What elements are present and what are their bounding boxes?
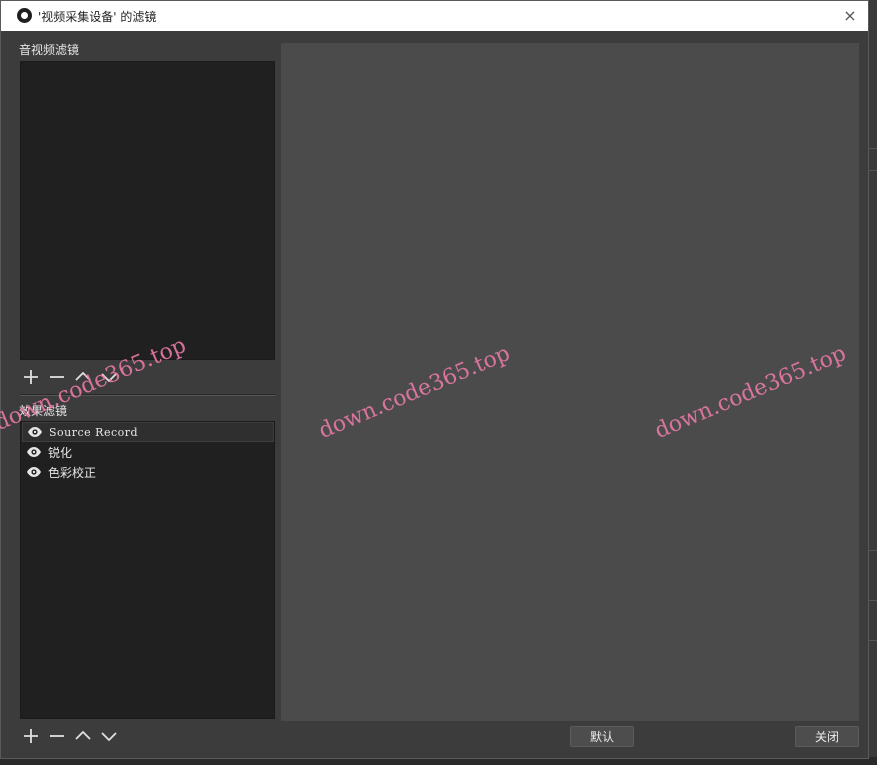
- plus-icon: [24, 729, 38, 743]
- audio-video-filters-list[interactable]: [20, 61, 275, 360]
- title-bar: '视频采集设备' 的滤镜 ×: [1, 1, 868, 31]
- add-filter-button[interactable]: [18, 725, 44, 747]
- eye-icon[interactable]: [26, 446, 42, 458]
- effect-filters-list[interactable]: Source Record 锐化 色彩校正: [20, 421, 275, 719]
- remove-filter-button[interactable]: [44, 725, 70, 747]
- window-title: '视频采集设备' 的滤镜: [38, 10, 157, 24]
- close-button[interactable]: 关闭: [795, 726, 859, 747]
- chevron-down-icon: [101, 732, 117, 742]
- move-filter-up-button[interactable]: [70, 725, 96, 747]
- filter-item-color-correction[interactable]: 色彩校正: [22, 462, 274, 482]
- move-filter-down-button[interactable]: [96, 725, 122, 747]
- chevron-up-icon: [75, 730, 91, 740]
- effect-filters-toolbar: [18, 725, 122, 747]
- filter-item-source-record[interactable]: Source Record: [22, 422, 274, 442]
- defaults-button[interactable]: 默认: [570, 726, 634, 747]
- eye-icon[interactable]: [27, 426, 43, 438]
- audio-video-filters-label: 音视频滤镜: [19, 43, 80, 57]
- filter-item-label: 色彩校正: [48, 465, 97, 480]
- filter-item-label: Source Record: [49, 425, 139, 439]
- filter-item-label: 锐化: [48, 445, 73, 460]
- plus-icon: [24, 370, 38, 384]
- filters-dialog: '视频采集设备' 的滤镜 × 音视频滤镜 效果滤镜 Source Record …: [0, 0, 869, 759]
- filter-item-sharpen[interactable]: 锐化: [22, 442, 274, 462]
- obs-logo-icon: [17, 8, 32, 23]
- eye-icon[interactable]: [26, 466, 42, 478]
- close-icon[interactable]: ×: [840, 6, 860, 26]
- add-filter-button[interactable]: [18, 366, 44, 388]
- minus-icon: [50, 735, 64, 737]
